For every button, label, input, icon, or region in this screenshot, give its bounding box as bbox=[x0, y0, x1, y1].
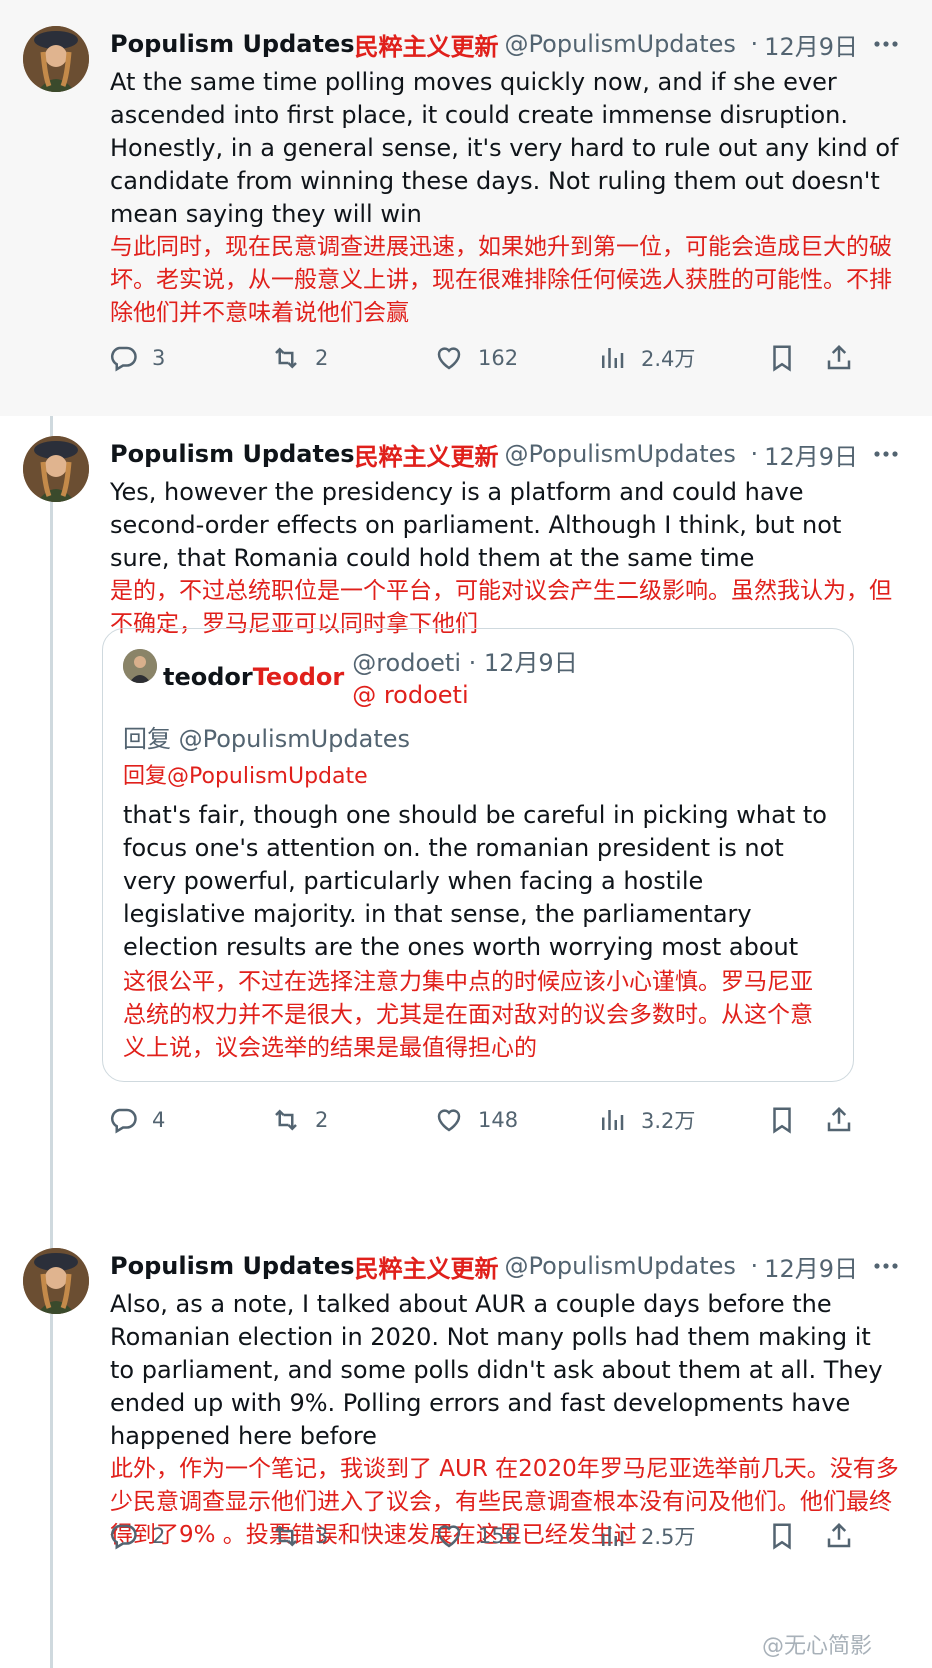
author-name-cn: 民粹主义更新 bbox=[354, 442, 499, 471]
tweet-actions: 4 2 148 3.2万 bbox=[108, 1100, 904, 1140]
views-icon bbox=[602, 1110, 624, 1130]
quoted-tweet-header: teodorTeodor @rodoeti · 12月9日 @ rodoeti bbox=[123, 647, 833, 711]
repost-button[interactable]: 2 bbox=[271, 1105, 434, 1135]
views-button[interactable]: 2.4万 bbox=[597, 343, 767, 373]
author-handle[interactable]: @PopulismUpdates bbox=[505, 440, 745, 468]
reply-count: 3 bbox=[152, 346, 166, 370]
like-count: 148 bbox=[478, 1108, 519, 1132]
share-button[interactable] bbox=[824, 1105, 854, 1135]
bookmark-button[interactable] bbox=[767, 1521, 824, 1551]
watermark: @无心简影 bbox=[761, 1634, 872, 1659]
more-icon[interactable] bbox=[870, 1250, 902, 1282]
like-count: 156 bbox=[478, 1524, 519, 1548]
tweet[interactable]: Populism Updates 民粹主义更新 @PopulismUpdates … bbox=[0, 416, 932, 1224]
share-button[interactable] bbox=[824, 343, 854, 373]
like-button[interactable]: 162 bbox=[434, 343, 597, 373]
reply-button[interactable]: 4 bbox=[108, 1105, 271, 1135]
quoted-author-name-cn: Teodor bbox=[252, 663, 345, 691]
bookmark-icon bbox=[773, 1523, 791, 1550]
separator-dot: · bbox=[750, 440, 759, 468]
more-icon[interactable] bbox=[870, 438, 902, 470]
repost-icon bbox=[275, 347, 297, 369]
views-count: 2.5万 bbox=[641, 1525, 696, 1549]
quoted-author-name[interactable]: teodor bbox=[163, 663, 253, 691]
like-icon bbox=[437, 1109, 461, 1132]
views-icon bbox=[602, 1526, 624, 1546]
views-button[interactable]: 3.2万 bbox=[597, 1105, 767, 1135]
repost-count: 2 bbox=[315, 346, 329, 370]
author-handle[interactable]: @PopulismUpdates bbox=[505, 1252, 745, 1280]
like-count: 162 bbox=[478, 346, 519, 370]
reply-icon bbox=[110, 346, 137, 372]
reply-to-label-translation: 回复@PopulismUpdate bbox=[123, 764, 368, 789]
author-handle[interactable]: @PopulismUpdates bbox=[505, 30, 745, 58]
like-button[interactable]: 156 bbox=[434, 1521, 597, 1551]
repost-count: 2 bbox=[315, 1108, 329, 1132]
tweet-header: Populism Updates 民粹主义更新 @PopulismUpdates … bbox=[110, 24, 902, 64]
bookmark-icon bbox=[773, 1107, 791, 1134]
author-name-cn: 民粹主义更新 bbox=[354, 32, 499, 61]
quoted-tweet-date[interactable]: · 12月9日 bbox=[469, 649, 578, 677]
tweet-header: Populism Updates 民粹主义更新 @PopulismUpdates … bbox=[110, 1246, 902, 1286]
author-name-cn: 民粹主义更新 bbox=[354, 1254, 499, 1283]
quoted-author-handle-translation: @ rodoeti bbox=[352, 681, 469, 709]
avatar[interactable] bbox=[23, 1248, 89, 1314]
separator-dot: · bbox=[750, 1252, 759, 1280]
tweet-text: At the same time polling moves quickly n… bbox=[110, 68, 899, 228]
tweet-actions: 2 3 156 2.5万 bbox=[108, 1516, 904, 1556]
views-button[interactable]: 2.5万 bbox=[597, 1521, 767, 1551]
tweet-actions: 3 2 162 2.4万 bbox=[108, 338, 904, 378]
avatar[interactable] bbox=[23, 26, 89, 92]
share-button[interactable] bbox=[824, 1521, 854, 1551]
tweet-text: Also, as a note, I talked about AUR a co… bbox=[110, 1290, 883, 1450]
reply-button[interactable]: 2 bbox=[108, 1521, 271, 1551]
tweet-date[interactable]: 12月9日 bbox=[764, 27, 858, 62]
views-icon bbox=[602, 348, 624, 368]
like-button[interactable]: 148 bbox=[434, 1105, 597, 1135]
like-icon bbox=[437, 347, 461, 370]
repost-icon bbox=[275, 1525, 297, 1547]
share-icon bbox=[827, 344, 851, 370]
tweet[interactable]: Populism Updates 民粹主义更新 @PopulismUpdates … bbox=[0, 0, 932, 416]
quoted-author-handle[interactable]: @rodoeti bbox=[352, 649, 461, 677]
repost-button[interactable]: 3 bbox=[271, 1521, 434, 1551]
more-icon[interactable] bbox=[870, 28, 902, 60]
bookmark-icon bbox=[773, 345, 791, 372]
separator-dot: · bbox=[750, 30, 759, 58]
author-name[interactable]: Populism Updates bbox=[110, 30, 355, 58]
tweet-text-translation: 与此同时，现在民意调查进展迅速，如果她升到第一位，可能会造成巨大的破坏。老实说，… bbox=[110, 234, 892, 326]
reply-count: 2 bbox=[152, 1524, 166, 1548]
tweet[interactable]: Populism Updates 民粹主义更新 @PopulismUpdates … bbox=[0, 1224, 932, 1668]
quoted-tweet[interactable]: teodorTeodor @rodoeti · 12月9日 @ rodoeti … bbox=[102, 628, 854, 1082]
reply-icon bbox=[110, 1108, 137, 1134]
bookmark-button[interactable] bbox=[767, 1105, 824, 1135]
repost-icon bbox=[275, 1109, 297, 1131]
views-count: 2.4万 bbox=[641, 347, 696, 371]
reply-button[interactable]: 3 bbox=[108, 343, 271, 373]
avatar[interactable] bbox=[23, 436, 89, 502]
tweet-date[interactable]: 12月9日 bbox=[764, 437, 858, 472]
repost-count: 3 bbox=[315, 1524, 329, 1548]
avatar[interactable] bbox=[123, 649, 157, 683]
views-count: 3.2万 bbox=[641, 1109, 696, 1133]
like-icon bbox=[437, 1525, 461, 1548]
share-icon bbox=[827, 1106, 851, 1132]
bookmark-button[interactable] bbox=[767, 343, 824, 373]
tweet-header: Populism Updates 民粹主义更新 @PopulismUpdates … bbox=[110, 434, 902, 474]
share-icon bbox=[827, 1522, 851, 1548]
tweet-date[interactable]: 12月9日 bbox=[764, 1249, 858, 1284]
tweet-text: Yes, however the presidency is a platfor… bbox=[110, 478, 842, 572]
reply-icon bbox=[110, 1524, 137, 1550]
quoted-tweet-text-translation: 这很公平，不过在选择注意力集中点的时候应该小心谨慎。罗马尼亚总统的权力并不是很大… bbox=[123, 969, 813, 1061]
repost-button[interactable]: 2 bbox=[271, 343, 434, 373]
reply-count: 4 bbox=[152, 1108, 166, 1132]
author-name[interactable]: Populism Updates bbox=[110, 1252, 355, 1280]
author-name[interactable]: Populism Updates bbox=[110, 440, 355, 468]
reply-to-label[interactable]: 回复 @PopulismUpdates bbox=[123, 721, 833, 757]
quoted-tweet-text: that's fair, though one should be carefu… bbox=[123, 801, 827, 961]
